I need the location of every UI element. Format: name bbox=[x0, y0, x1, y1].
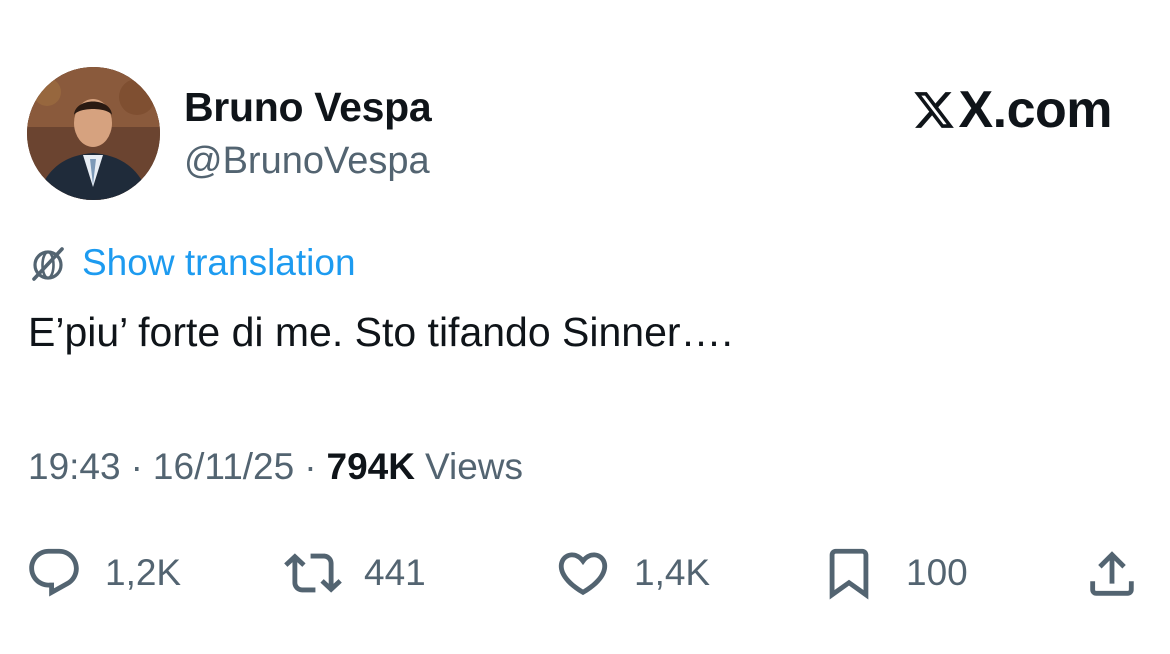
reply-icon bbox=[29, 548, 79, 597]
like-count: 1,4K bbox=[634, 552, 711, 593]
globe-strike-icon bbox=[32, 247, 64, 281]
retweet-button[interactable]: 441 bbox=[284, 540, 426, 606]
retweet-icon bbox=[284, 553, 342, 593]
bookmark-button[interactable]: 100 bbox=[820, 540, 968, 606]
tweet-meta: 19:43 · 16/11/25 · 794K Views bbox=[28, 446, 523, 488]
heart-icon bbox=[558, 552, 608, 596]
meta-separator: · bbox=[304, 446, 317, 487]
retweet-count: 441 bbox=[364, 552, 426, 593]
share-icon bbox=[1090, 551, 1134, 596]
show-translation-link[interactable]: Show translation bbox=[28, 240, 356, 286]
bookmark-count: 100 bbox=[906, 552, 968, 593]
tweet-text: E’piu’ forte di me. Sto tifando Sinner…. bbox=[28, 309, 733, 355]
reply-button[interactable]: 1,2K bbox=[25, 540, 181, 606]
show-translation-label: Show translation bbox=[82, 242, 356, 283]
reply-count: 1,2K bbox=[105, 552, 182, 593]
brand-watermark: X.com bbox=[912, 80, 1112, 140]
display-name[interactable]: Bruno Vespa bbox=[184, 84, 432, 131]
meta-separator: · bbox=[130, 446, 143, 487]
tweet-time[interactable]: 19:43 bbox=[28, 446, 121, 488]
avatar-photo bbox=[27, 67, 160, 200]
tweet-date[interactable]: 16/11/25 bbox=[153, 446, 294, 488]
avatar[interactable] bbox=[27, 67, 160, 200]
brand-text: X.com bbox=[958, 81, 1112, 139]
x-logo-icon bbox=[914, 92, 955, 128]
views-label: Views bbox=[424, 446, 524, 487]
share-button[interactable] bbox=[1083, 541, 1141, 607]
views-count[interactable]: 794K bbox=[327, 446, 415, 488]
user-handle[interactable]: @BrunoVespa bbox=[184, 140, 430, 183]
bookmark-icon bbox=[829, 548, 869, 600]
like-button[interactable]: 1,4K bbox=[554, 540, 710, 606]
